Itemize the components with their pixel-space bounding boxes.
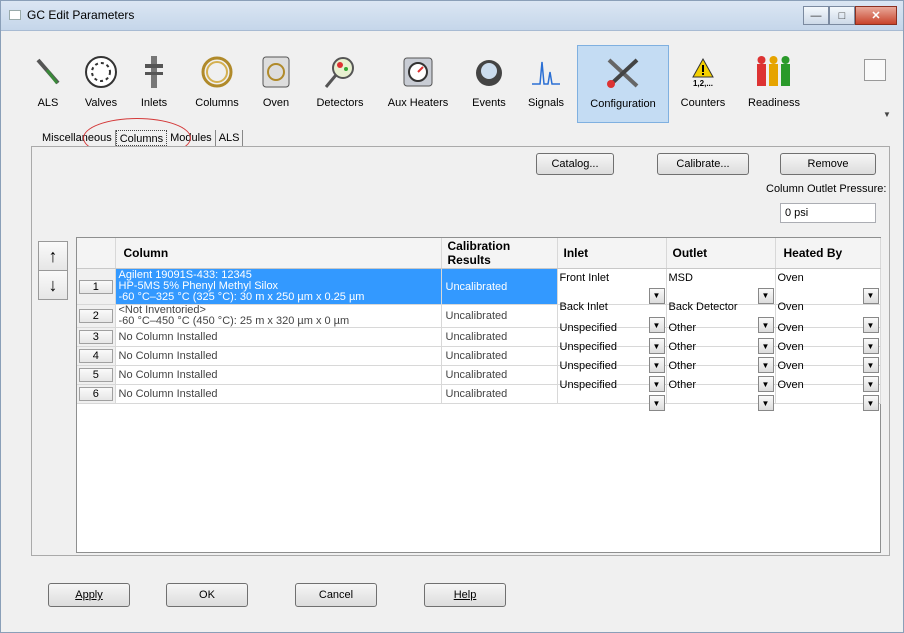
- column-cell[interactable]: <Not Inventoried> -60 °C–450 °C (450 °C):…: [115, 304, 442, 328]
- counters-icon: 1,2,...: [683, 51, 723, 93]
- arrow-down-icon: ↓: [48, 274, 58, 295]
- row-number-button[interactable]: 2: [79, 309, 113, 323]
- subtab-bar: Miscellaneous Columns Modules ALS: [39, 130, 244, 146]
- tab-miscellaneous[interactable]: Miscellaneous: [39, 130, 116, 146]
- move-up-button[interactable]: ↑: [38, 241, 68, 271]
- tool-valves[interactable]: Valves: [79, 45, 123, 123]
- calibration-cell: Uncalibrated: [441, 384, 558, 404]
- tab-columns[interactable]: Columns: [115, 130, 168, 146]
- header-outlet[interactable]: Outlet: [666, 238, 776, 269]
- tool-events[interactable]: Events: [467, 45, 511, 123]
- chevron-down-icon[interactable]: ▼: [757, 317, 774, 333]
- tool-aux-heaters[interactable]: Aux Heaters: [383, 45, 453, 123]
- move-down-button[interactable]: ↓: [38, 270, 68, 300]
- chevron-down-icon[interactable]: ▼: [862, 376, 879, 392]
- title-bar: GC Edit Parameters — □ ✕: [1, 1, 903, 31]
- tool-als[interactable]: ALS: [31, 45, 65, 123]
- chevron-down-icon[interactable]: ▼: [648, 338, 665, 354]
- oven-icon: [256, 51, 296, 93]
- calibration-cell: Uncalibrated: [441, 346, 558, 366]
- chevron-down-icon[interactable]: ▼: [862, 287, 879, 304]
- chevron-down-icon[interactable]: ▼: [862, 395, 879, 411]
- chevron-down-icon[interactable]: ▼: [648, 317, 665, 333]
- apply-button[interactable]: Apply: [48, 583, 130, 607]
- valve-icon: [81, 51, 121, 93]
- table-row[interactable]: 1 Agilent 19091S-433: 12345 HP-5MS 5% Phen…: [77, 268, 881, 305]
- help-button[interactable]: Help: [424, 583, 506, 607]
- calibration-cell: Uncalibrated: [441, 327, 558, 347]
- row-number-button[interactable]: 6: [79, 387, 113, 401]
- columns-grid: Column Calibration Results Inlet Outlet …: [76, 237, 881, 553]
- table-row[interactable]: 2 <Not Inventoried> -60 °C–450 °C (450 °C)…: [77, 301, 881, 333]
- tool-signals[interactable]: Signals: [525, 45, 567, 123]
- header-calibration[interactable]: Calibration Results: [441, 238, 558, 269]
- header-heated-by[interactable]: Heated By: [775, 238, 881, 269]
- chevron-down-icon[interactable]: ▼: [757, 287, 774, 304]
- cancel-button[interactable]: Cancel: [295, 583, 377, 607]
- app-icon: [9, 10, 21, 20]
- column-cell[interactable]: No Column Installed: [115, 327, 442, 347]
- column-cell[interactable]: No Column Installed: [115, 384, 442, 404]
- calibrate-button[interactable]: Calibrate...: [657, 153, 749, 175]
- window-title: GC Edit Parameters: [27, 8, 135, 22]
- tool-readiness[interactable]: Readiness: [743, 45, 805, 123]
- chevron-down-icon[interactable]: ▼: [648, 376, 665, 392]
- tool-counters[interactable]: 1,2,... Counters: [677, 45, 729, 123]
- header-inlet[interactable]: Inlet: [557, 238, 667, 269]
- chevron-down-icon[interactable]: ▼: [757, 395, 774, 411]
- syringe-icon: [28, 51, 68, 93]
- aux-heater-icon: [398, 51, 438, 93]
- signal-icon: [526, 51, 566, 93]
- calibration-cell: Uncalibrated: [441, 268, 558, 305]
- column-cell[interactable]: No Column Installed: [115, 346, 442, 366]
- column-cell[interactable]: No Column Installed: [115, 365, 442, 385]
- header-num: [77, 238, 116, 269]
- close-button[interactable]: ✕: [855, 6, 897, 25]
- chevron-down-icon[interactable]: ▼: [648, 395, 665, 411]
- tool-columns[interactable]: Columns: [189, 45, 245, 123]
- chevron-down-icon[interactable]: ▼: [862, 338, 879, 354]
- column-cell[interactable]: Agilent 19091S-433: 12345 HP-5MS 5% Pheny…: [115, 268, 442, 305]
- tool-inlets[interactable]: Inlets: [133, 45, 175, 123]
- calibration-cell: Uncalibrated: [441, 304, 558, 328]
- chevron-down-icon[interactable]: ▼: [757, 338, 774, 354]
- outlet-pressure-input[interactable]: 0 psi: [780, 203, 876, 223]
- tool-configuration[interactable]: Configuration: [577, 45, 669, 123]
- toolbar: ALS Valves Inlets Columns Oven Detectors…: [31, 45, 886, 123]
- column-icon: [197, 51, 237, 93]
- calibration-cell: Uncalibrated: [441, 365, 558, 385]
- row-number-button[interactable]: 4: [79, 349, 113, 363]
- detector-icon: [320, 51, 360, 93]
- chevron-down-icon[interactable]: ▼: [757, 376, 774, 392]
- ok-button[interactable]: OK: [166, 583, 248, 607]
- inlet-icon: [134, 51, 174, 93]
- row-number-button[interactable]: 5: [79, 368, 113, 382]
- tool-oven[interactable]: Oven: [257, 45, 295, 123]
- minimize-button[interactable]: —: [803, 6, 829, 25]
- chevron-down-icon[interactable]: ▼: [757, 357, 774, 373]
- tab-modules[interactable]: Modules: [167, 130, 216, 146]
- row-number-button[interactable]: 1: [79, 279, 113, 294]
- header-column[interactable]: Column: [115, 238, 442, 269]
- maximize-button[interactable]: □: [829, 6, 855, 25]
- gc-edit-parameters-window: GC Edit Parameters — □ ✕ ALS Valves Inle…: [0, 0, 904, 633]
- tab-als[interactable]: ALS: [216, 130, 244, 146]
- chevron-down-icon[interactable]: ▼: [862, 357, 879, 373]
- chevron-down-icon[interactable]: ▼: [862, 317, 879, 333]
- chevron-down-icon[interactable]: ▼: [648, 287, 665, 304]
- events-icon: [469, 51, 509, 93]
- outlet-pressure-label: Column Outlet Pressure:: [766, 183, 887, 195]
- chevron-down-icon[interactable]: ▼: [648, 357, 665, 373]
- row-number-button[interactable]: 3: [79, 330, 113, 344]
- arrow-up-icon: ↑: [48, 245, 58, 266]
- readiness-icon: [754, 51, 794, 93]
- configuration-icon: [603, 52, 643, 94]
- tool-detectors[interactable]: Detectors: [311, 45, 369, 123]
- toolbar-scroll-icon[interactable]: ▼: [883, 110, 891, 119]
- remove-button[interactable]: Remove: [780, 153, 876, 175]
- catalog-button[interactable]: Catalog...: [536, 153, 614, 175]
- edit-notes-icon[interactable]: [864, 59, 886, 81]
